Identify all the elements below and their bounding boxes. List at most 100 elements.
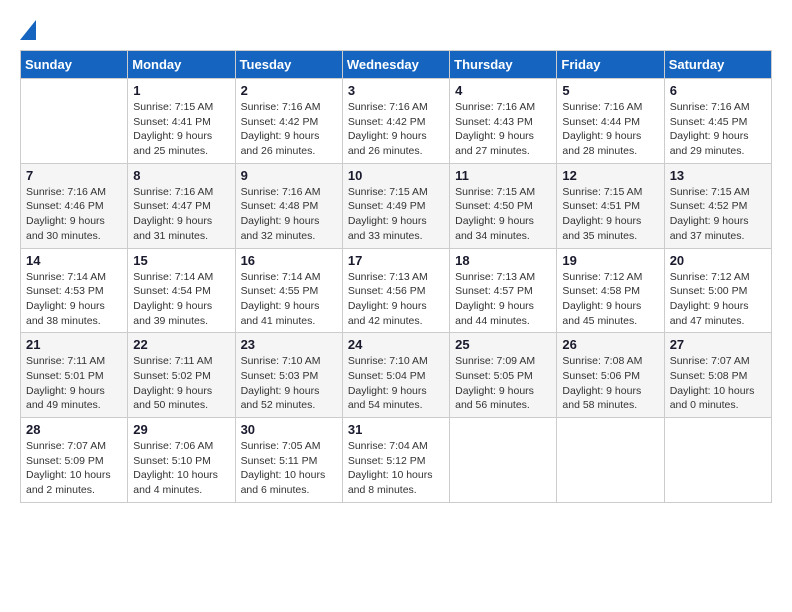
- day-info: Sunrise: 7:04 AMSunset: 5:12 PMDaylight:…: [348, 439, 444, 498]
- weekday-header-row: SundayMondayTuesdayWednesdayThursdayFrid…: [21, 51, 772, 79]
- day-number: 22: [133, 337, 229, 352]
- day-info: Sunrise: 7:16 AMSunset: 4:42 PMDaylight:…: [348, 100, 444, 159]
- day-number: 6: [670, 83, 766, 98]
- calendar-cell: 27 Sunrise: 7:07 AMSunset: 5:08 PMDayligh…: [664, 333, 771, 418]
- weekday-header-tuesday: Tuesday: [235, 51, 342, 79]
- day-info: Sunrise: 7:16 AMSunset: 4:47 PMDaylight:…: [133, 185, 229, 244]
- day-info: Sunrise: 7:15 AMSunset: 4:52 PMDaylight:…: [670, 185, 766, 244]
- day-number: 10: [348, 168, 444, 183]
- day-info: Sunrise: 7:07 AMSunset: 5:09 PMDaylight:…: [26, 439, 122, 498]
- day-info: Sunrise: 7:16 AMSunset: 4:48 PMDaylight:…: [241, 185, 337, 244]
- day-info: Sunrise: 7:15 AMSunset: 4:49 PMDaylight:…: [348, 185, 444, 244]
- day-number: 15: [133, 253, 229, 268]
- week-row-4: 21 Sunrise: 7:11 AMSunset: 5:01 PMDayligh…: [21, 333, 772, 418]
- day-number: 8: [133, 168, 229, 183]
- calendar-cell: 19 Sunrise: 7:12 AMSunset: 4:58 PMDayligh…: [557, 248, 664, 333]
- calendar-cell: 25Sunrise: 7:09 AMSunset: 5:05 PMDayligh…: [450, 333, 557, 418]
- calendar-cell: 17 Sunrise: 7:13 AMSunset: 4:56 PMDayligh…: [342, 248, 449, 333]
- calendar-table: SundayMondayTuesdayWednesdayThursdayFrid…: [20, 50, 772, 503]
- day-info: Sunrise: 7:16 AMSunset: 4:46 PMDaylight:…: [26, 185, 122, 244]
- day-info: Sunrise: 7:14 AMSunset: 4:55 PMDaylight:…: [241, 270, 337, 329]
- calendar-cell: 9 Sunrise: 7:16 AMSunset: 4:48 PMDaylight…: [235, 163, 342, 248]
- calendar-cell: 30 Sunrise: 7:05 AMSunset: 5:11 PMDayligh…: [235, 418, 342, 503]
- day-number: 29: [133, 422, 229, 437]
- calendar-cell: 14 Sunrise: 7:14 AMSunset: 4:53 PMDayligh…: [21, 248, 128, 333]
- day-info: Sunrise: 7:14 AMSunset: 4:54 PMDaylight:…: [133, 270, 229, 329]
- calendar-cell: 4 Sunrise: 7:16 AMSunset: 4:43 PMDaylight…: [450, 79, 557, 164]
- weekday-header-saturday: Saturday: [664, 51, 771, 79]
- calendar-cell: 8 Sunrise: 7:16 AMSunset: 4:47 PMDaylight…: [128, 163, 235, 248]
- calendar-cell: [21, 79, 128, 164]
- calendar-cell: [557, 418, 664, 503]
- day-number: 1: [133, 83, 229, 98]
- day-number: 7: [26, 168, 122, 183]
- calendar-cell: 22 Sunrise: 7:11 AMSunset: 5:02 PMDayligh…: [128, 333, 235, 418]
- day-info: Sunrise: 7:15 AMSunset: 4:51 PMDaylight:…: [562, 185, 658, 244]
- day-info: Sunrise: 7:07 AMSunset: 5:08 PMDaylight:…: [670, 354, 766, 413]
- calendar-cell: 20Sunrise: 7:12 AMSunset: 5:00 PMDayligh…: [664, 248, 771, 333]
- calendar-cell: 23 Sunrise: 7:10 AMSunset: 5:03 PMDayligh…: [235, 333, 342, 418]
- day-number: 5: [562, 83, 658, 98]
- day-info: Sunrise: 7:13 AMSunset: 4:57 PMDaylight:…: [455, 270, 551, 329]
- day-number: 9: [241, 168, 337, 183]
- calendar-cell: [664, 418, 771, 503]
- day-number: 3: [348, 83, 444, 98]
- weekday-header-thursday: Thursday: [450, 51, 557, 79]
- day-number: 4: [455, 83, 551, 98]
- day-info: Sunrise: 7:11 AMSunset: 5:01 PMDaylight:…: [26, 354, 122, 413]
- week-row-3: 14 Sunrise: 7:14 AMSunset: 4:53 PMDayligh…: [21, 248, 772, 333]
- calendar-cell: 12 Sunrise: 7:15 AMSunset: 4:51 PMDayligh…: [557, 163, 664, 248]
- day-number: 12: [562, 168, 658, 183]
- day-number: 28: [26, 422, 122, 437]
- day-info: Sunrise: 7:14 AMSunset: 4:53 PMDaylight:…: [26, 270, 122, 329]
- calendar-cell: 31 Sunrise: 7:04 AMSunset: 5:12 PMDayligh…: [342, 418, 449, 503]
- day-info: Sunrise: 7:16 AMSunset: 4:43 PMDaylight:…: [455, 100, 551, 159]
- day-number: 31: [348, 422, 444, 437]
- day-number: 25: [455, 337, 551, 352]
- day-info: Sunrise: 7:13 AMSunset: 4:56 PMDaylight:…: [348, 270, 444, 329]
- calendar-cell: 6 Sunrise: 7:16 AMSunset: 4:45 PMDaylight…: [664, 79, 771, 164]
- day-info: Sunrise: 7:12 AMSunset: 4:58 PMDaylight:…: [562, 270, 658, 329]
- week-row-2: 7 Sunrise: 7:16 AMSunset: 4:46 PMDaylight…: [21, 163, 772, 248]
- week-row-5: 28 Sunrise: 7:07 AMSunset: 5:09 PMDayligh…: [21, 418, 772, 503]
- day-number: 2: [241, 83, 337, 98]
- day-number: 23: [241, 337, 337, 352]
- calendar-cell: 21 Sunrise: 7:11 AMSunset: 5:01 PMDayligh…: [21, 333, 128, 418]
- day-info: Sunrise: 7:05 AMSunset: 5:11 PMDaylight:…: [241, 439, 337, 498]
- day-number: 19: [562, 253, 658, 268]
- calendar-cell: 11Sunrise: 7:15 AMSunset: 4:50 PMDayligh…: [450, 163, 557, 248]
- calendar-cell: 13 Sunrise: 7:15 AMSunset: 4:52 PMDayligh…: [664, 163, 771, 248]
- day-info: Sunrise: 7:08 AMSunset: 5:06 PMDaylight:…: [562, 354, 658, 413]
- day-number: 30: [241, 422, 337, 437]
- logo-icon: [20, 20, 36, 40]
- calendar-cell: 16 Sunrise: 7:14 AMSunset: 4:55 PMDayligh…: [235, 248, 342, 333]
- day-info: Sunrise: 7:10 AMSunset: 5:04 PMDaylight:…: [348, 354, 444, 413]
- day-number: 18: [455, 253, 551, 268]
- calendar-cell: 1Sunrise: 7:15 AMSunset: 4:41 PMDaylight…: [128, 79, 235, 164]
- calendar-cell: [450, 418, 557, 503]
- day-number: 24: [348, 337, 444, 352]
- calendar-cell: 7 Sunrise: 7:16 AMSunset: 4:46 PMDaylight…: [21, 163, 128, 248]
- day-number: 21: [26, 337, 122, 352]
- calendar-cell: 28 Sunrise: 7:07 AMSunset: 5:09 PMDayligh…: [21, 418, 128, 503]
- day-info: Sunrise: 7:15 AMSunset: 4:50 PMDaylight:…: [455, 185, 551, 244]
- weekday-header-monday: Monday: [128, 51, 235, 79]
- calendar-cell: 26Sunrise: 7:08 AMSunset: 5:06 PMDayligh…: [557, 333, 664, 418]
- day-number: 13: [670, 168, 766, 183]
- weekday-header-friday: Friday: [557, 51, 664, 79]
- day-number: 16: [241, 253, 337, 268]
- day-info: Sunrise: 7:16 AMSunset: 4:45 PMDaylight:…: [670, 100, 766, 159]
- day-number: 27: [670, 337, 766, 352]
- logo: [20, 20, 40, 40]
- calendar-cell: 24 Sunrise: 7:10 AMSunset: 5:04 PMDayligh…: [342, 333, 449, 418]
- calendar-cell: 10 Sunrise: 7:15 AMSunset: 4:49 PMDayligh…: [342, 163, 449, 248]
- calendar-cell: 15 Sunrise: 7:14 AMSunset: 4:54 PMDayligh…: [128, 248, 235, 333]
- day-number: 14: [26, 253, 122, 268]
- day-info: Sunrise: 7:16 AMSunset: 4:44 PMDaylight:…: [562, 100, 658, 159]
- day-number: 17: [348, 253, 444, 268]
- weekday-header-wednesday: Wednesday: [342, 51, 449, 79]
- day-info: Sunrise: 7:11 AMSunset: 5:02 PMDaylight:…: [133, 354, 229, 413]
- day-info: Sunrise: 7:06 AMSunset: 5:10 PMDaylight:…: [133, 439, 229, 498]
- day-info: Sunrise: 7:10 AMSunset: 5:03 PMDaylight:…: [241, 354, 337, 413]
- page-header: [20, 20, 772, 40]
